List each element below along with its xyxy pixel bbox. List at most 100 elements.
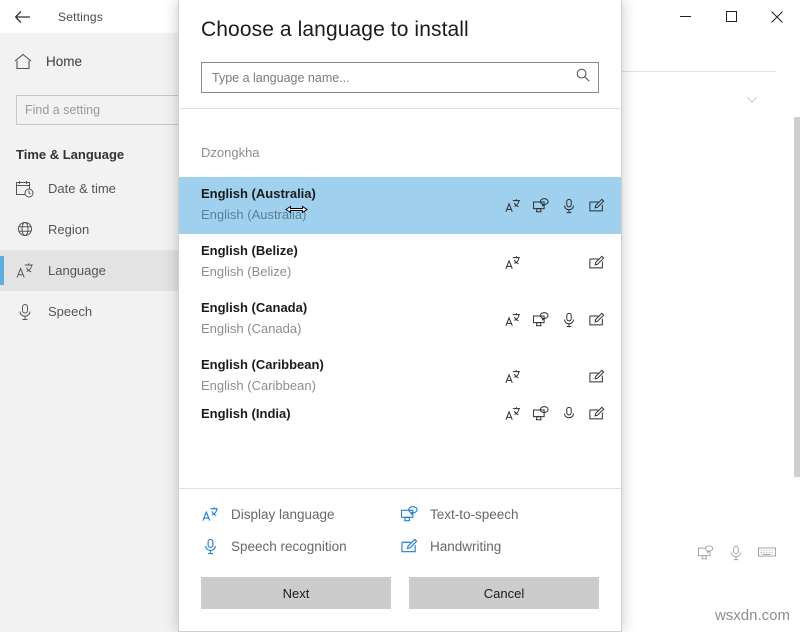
language-list[interactable]: Dzongkha English (Australia) English (Au… — [179, 108, 621, 488]
microphone-icon — [561, 197, 577, 215]
calendar-clock-icon — [16, 180, 34, 198]
back-button[interactable] — [0, 1, 44, 33]
language-name: English (Belize) — [201, 242, 505, 260]
text-to-speech-icon — [533, 311, 549, 329]
language-native-name: English (Belize) — [201, 260, 505, 284]
language-feature-icons — [505, 311, 601, 329]
legend-handwriting: Handwriting — [400, 537, 599, 555]
text-to-speech-icon-absent — [533, 254, 549, 272]
list-item[interactable] — [179, 109, 621, 129]
list-item-english-belize[interactable]: English (Belize) English (Belize) — [179, 234, 621, 291]
language-native-name: English (Caribbean) — [201, 374, 505, 398]
maximize-button[interactable] — [708, 0, 754, 33]
language-name: English (Canada) — [201, 299, 505, 317]
list-item-english-australia[interactable]: English (Australia) English (Australia) — [179, 177, 621, 234]
language-name: English (Australia) — [201, 185, 505, 203]
display-language-icon — [505, 311, 521, 329]
close-button[interactable] — [754, 0, 800, 33]
language-feature-icons — [505, 368, 601, 386]
next-button[interactable]: Next — [201, 577, 391, 609]
legend-label: Display language — [231, 507, 335, 522]
microphone-icon — [561, 311, 577, 329]
sidebar-item-date-time[interactable]: Date & time — [0, 168, 197, 209]
sidebar-search-wrap: Find a setting — [0, 81, 197, 125]
search-icon[interactable] — [576, 68, 590, 87]
display-language-icon — [16, 262, 34, 280]
language-feature-icons — [698, 545, 776, 566]
microphone-icon-absent — [561, 254, 577, 272]
display-language-icon — [201, 505, 219, 523]
language-native-name: Dzongkha — [201, 141, 505, 165]
search-placeholder: Find a setting — [25, 103, 100, 117]
search-input[interactable]: Find a setting — [16, 95, 183, 125]
language-feature-icons — [505, 405, 601, 421]
handwriting-icon — [400, 537, 418, 555]
microphone-icon — [728, 545, 744, 566]
sidebar-item-speech[interactable]: Speech — [0, 291, 197, 332]
legend-display-language: Display language — [201, 505, 400, 523]
text-to-speech-icon — [400, 505, 418, 523]
cancel-button[interactable]: Cancel — [409, 577, 599, 609]
language-search-input[interactable]: Type a language name... — [201, 62, 599, 93]
language-native-name: English (Canada) — [201, 317, 505, 341]
legend-label: Text-to-speech — [430, 507, 519, 522]
caption-button-group — [662, 0, 800, 33]
sidebar-item-label: Speech — [48, 304, 92, 319]
legend-speech-recognition: Speech recognition — [201, 537, 400, 555]
mouse-cursor-resize-horizontal — [285, 203, 308, 221]
feature-legend: Display language Text-to-speech — [179, 488, 621, 561]
language-search-placeholder: Type a language name... — [212, 71, 576, 85]
display-language-icon — [505, 197, 521, 215]
text-to-speech-icon-absent — [533, 368, 549, 386]
watermark: wsxdn.com — [715, 607, 790, 624]
microphone-icon — [201, 537, 219, 555]
sidebar-item-home[interactable]: Home — [0, 41, 197, 81]
text-to-speech-icon — [533, 405, 549, 421]
content-scrollbar[interactable] — [794, 117, 800, 477]
handwriting-icon — [589, 405, 605, 421]
minimize-button[interactable] — [662, 0, 708, 33]
legend-label: Speech recognition — [231, 539, 347, 554]
language-native-name: English (Australia) — [201, 203, 505, 227]
list-item[interactable]: Dzongkha — [179, 129, 621, 177]
list-item-english-canada[interactable]: English (Canada) English (Canada) — [179, 291, 621, 348]
sidebar-item-language[interactable]: Language — [0, 250, 197, 291]
sidebar-item-label: Region — [48, 222, 89, 237]
keyboard-icon — [758, 545, 776, 566]
dialog-title: Choose a language to install — [201, 18, 599, 42]
handwriting-icon — [589, 197, 605, 215]
sidebar-item-label: Language — [48, 263, 106, 278]
display-language-icon — [505, 254, 521, 272]
legend-text-to-speech: Text-to-speech — [400, 505, 599, 523]
list-item-english-caribbean[interactable]: English (Caribbean) English (Caribbean) — [179, 348, 621, 405]
language-feature-icons — [505, 197, 601, 215]
chevron-down-icon[interactable] — [746, 93, 758, 111]
microphone-icon — [561, 405, 577, 421]
language-name: English (India) — [201, 405, 505, 421]
display-language-icon — [505, 368, 521, 386]
handwriting-icon — [589, 311, 605, 329]
choose-language-dialog: Choose a language to install Type a lang… — [178, 0, 622, 632]
microphone-icon-absent — [561, 368, 577, 386]
handwriting-icon — [589, 368, 605, 386]
window-title: Settings — [58, 10, 103, 24]
language-name: English (Caribbean) — [201, 356, 505, 374]
dialog-header: Choose a language to install Type a lang… — [179, 0, 621, 93]
screen: Settings — [0, 0, 800, 632]
home-icon — [14, 52, 32, 70]
sidebar-item-region[interactable]: Region — [0, 209, 197, 250]
text-to-speech-icon — [533, 197, 549, 215]
sidebar-section-title: Time & Language — [0, 125, 197, 168]
dialog-actions: Next Cancel — [179, 561, 621, 631]
handwriting-icon — [589, 254, 605, 272]
sidebar-home-label: Home — [46, 54, 82, 69]
list-item-english-india[interactable]: English (India) — [179, 405, 621, 421]
display-language-icon — [505, 405, 521, 421]
microphone-icon — [16, 303, 34, 321]
sidebar-item-label: Date & time — [48, 181, 116, 196]
globe-icon — [16, 221, 34, 239]
legend-label: Handwriting — [430, 539, 501, 554]
language-feature-icons — [505, 254, 601, 272]
sidebar: Home Find a setting Time & Language — [0, 33, 197, 632]
text-to-speech-icon — [698, 545, 714, 566]
